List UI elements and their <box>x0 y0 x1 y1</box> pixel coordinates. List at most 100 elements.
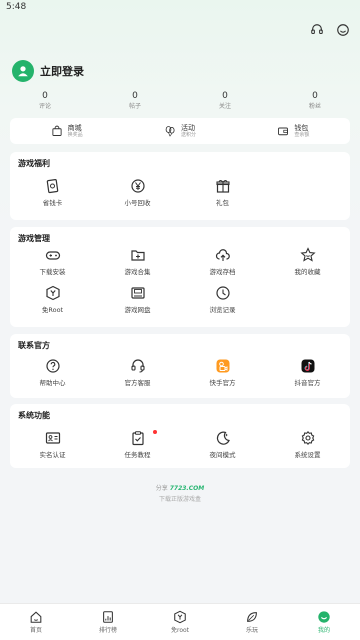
clipboard-check-icon <box>131 431 144 446</box>
stats-row: 0 评论 0 帖子 0 关注 0 粉丝 <box>0 91 360 112</box>
stat-value: 0 <box>312 91 318 101</box>
folder-plus-icon <box>130 250 145 261</box>
stat-value: 0 <box>132 91 138 101</box>
section-title: 游戏福利 <box>18 159 50 168</box>
login-label[interactable]: 立即登录 <box>40 63 84 79</box>
card-icon <box>46 179 58 194</box>
menu-item-realname[interactable]: 实名认证 <box>10 430 95 468</box>
tab-lewan[interactable]: 乐玩 <box>216 604 288 640</box>
status-time: 5:48 <box>6 2 27 12</box>
menu-item-label: 免Root <box>41 306 64 314</box>
shortcut-activity[interactable]: 活动 送积分 <box>123 118 236 144</box>
section-title: 联系官方 <box>18 341 50 350</box>
menu-item-archive[interactable]: 游戏存档 <box>180 247 265 285</box>
official-card: 联系官方 帮助中心 官方客服 快手官方 抖音官方 <box>10 334 350 398</box>
shortcut-bar: 商城 换奖品 活动 送积分 钱包 查余额 <box>10 118 350 144</box>
menu-item-label: 实名认证 <box>39 451 66 459</box>
menu-item-douyin[interactable]: 抖音官方 <box>265 358 350 396</box>
tab-home[interactable]: 首页 <box>0 604 72 640</box>
shortcut-mall[interactable]: 商城 换奖品 <box>10 118 123 144</box>
menu-item-no-root[interactable]: 免Root <box>10 285 95 323</box>
menu-item-favorites[interactable]: 我的收藏 <box>265 247 350 285</box>
section-title: 系统功能 <box>18 411 50 420</box>
shield-y-icon <box>45 285 60 301</box>
menu-item-task-tutorial[interactable]: 任务教程 <box>95 430 180 468</box>
shield-y-icon <box>174 610 186 624</box>
tab-no-root[interactable]: 免root <box>144 604 216 640</box>
stat-comments[interactable]: 0 评论 <box>0 91 90 112</box>
tab-label: 首页 <box>29 627 42 634</box>
user-icon <box>12 60 34 82</box>
system-card: 系统功能 实名认证 任务教程 夜间模式 系统设置 <box>10 404 350 468</box>
menu-item-label: 浏览记录 <box>209 306 236 314</box>
stat-label: 帖子 <box>128 103 141 110</box>
shortcut-sub: 送积分 <box>180 131 196 138</box>
stat-value: 0 <box>42 91 48 101</box>
menu-item-download[interactable]: 下载安装 <box>10 247 95 285</box>
menu-item-label: 下载安装 <box>39 268 66 276</box>
official-grid: 帮助中心 官方客服 快手官方 抖音官方 <box>10 358 350 396</box>
tab-ranking[interactable]: 排行榜 <box>72 604 144 640</box>
manage-card: 游戏管理 下载安装 游戏合集 游戏存档 我的收藏 免Root 游戏网盘 浏览记录 <box>10 227 350 327</box>
stat-following[interactable]: 0 关注 <box>180 91 270 112</box>
bottom-tab-bar: 首页 排行榜 免root 乐玩 我的 <box>0 603 360 640</box>
tab-mine[interactable]: 我的 <box>288 604 360 640</box>
menu-item-save-card[interactable]: 省钱卡 <box>10 178 95 216</box>
menu-item-label: 任务教程 <box>124 451 151 459</box>
stat-label: 关注 <box>218 103 231 110</box>
footer-share-prefix: 分享 <box>155 485 168 492</box>
login-area[interactable]: 立即登录 <box>12 60 84 82</box>
welfare-grid: 省钱卡 小号回收 礼包 <box>10 178 350 216</box>
menu-item-label: 快手官方 <box>209 379 236 387</box>
balloon-icon <box>165 126 175 137</box>
stat-label: 粉丝 <box>308 103 321 110</box>
menu-item-help[interactable]: 帮助中心 <box>10 358 95 396</box>
wallet-icon <box>278 127 289 136</box>
footer-note: 分享 7723.COM 下载正版游戏盒 <box>0 483 360 503</box>
menu-item-kuaishou[interactable]: 快手官方 <box>180 358 265 396</box>
menu-item-account-recycle[interactable]: 小号回收 <box>95 178 180 216</box>
footer-tagline: 下载正版游戏盒 <box>158 496 201 503</box>
headset-icon <box>130 359 145 373</box>
brand-logo: 7723.COM <box>169 485 205 492</box>
star-face-icon <box>299 247 316 262</box>
id-card-icon <box>45 432 60 444</box>
stat-fans[interactable]: 0 粉丝 <box>270 91 360 112</box>
menu-item-history[interactable]: 浏览记录 <box>180 285 265 323</box>
tab-label: 我的 <box>317 627 330 634</box>
menu-item-label: 游戏合集 <box>124 268 151 276</box>
menu-item-label: 省钱卡 <box>42 199 63 207</box>
ranking-icon <box>103 611 113 623</box>
welfare-card: 游戏福利 省钱卡 小号回收 礼包 <box>10 152 350 220</box>
menu-item-label: 小号回收 <box>124 199 151 207</box>
headset-icon[interactable] <box>310 22 324 36</box>
section-title: 游戏管理 <box>18 234 50 243</box>
help-icon <box>45 359 60 373</box>
stat-posts[interactable]: 0 帖子 <box>90 91 180 112</box>
cloud-upload-icon <box>215 249 230 261</box>
tab-label: 乐玩 <box>245 627 258 634</box>
menu-item-cloud-disk[interactable]: 游戏网盘 <box>95 285 180 323</box>
menu-item-settings[interactable]: 系统设置 <box>265 430 350 468</box>
shortcut-title: 活动 <box>180 123 195 132</box>
shortcut-title: 钱包 <box>294 123 309 132</box>
shopping-bag-icon <box>52 125 62 136</box>
status-bar: 5:48 <box>0 0 360 14</box>
menu-item-gift[interactable]: 礼包 <box>180 178 265 216</box>
menu-item-label: 游戏存档 <box>209 268 236 276</box>
gear-icon <box>301 430 314 446</box>
menu-item-label: 帮助中心 <box>39 379 66 387</box>
kuaishou-icon <box>216 359 229 373</box>
tab-label: 免root <box>170 627 190 634</box>
menu-item-night-mode[interactable]: 夜间模式 <box>180 430 265 468</box>
shortcut-wallet[interactable]: 钱包 查余额 <box>237 118 350 144</box>
notification-dot <box>153 430 157 434</box>
menu-item-label: 我的收藏 <box>294 268 321 276</box>
smile-face-icon[interactable] <box>336 22 350 36</box>
gamepad-icon <box>45 251 60 260</box>
menu-item-customer-service[interactable]: 官方客服 <box>95 358 180 396</box>
menu-item-collection[interactable]: 游戏合集 <box>95 247 180 285</box>
menu-item-label: 礼包 <box>216 199 229 207</box>
menu-item-label: 夜间模式 <box>209 451 236 459</box>
shortcut-sub: 换奖品 <box>67 131 83 138</box>
